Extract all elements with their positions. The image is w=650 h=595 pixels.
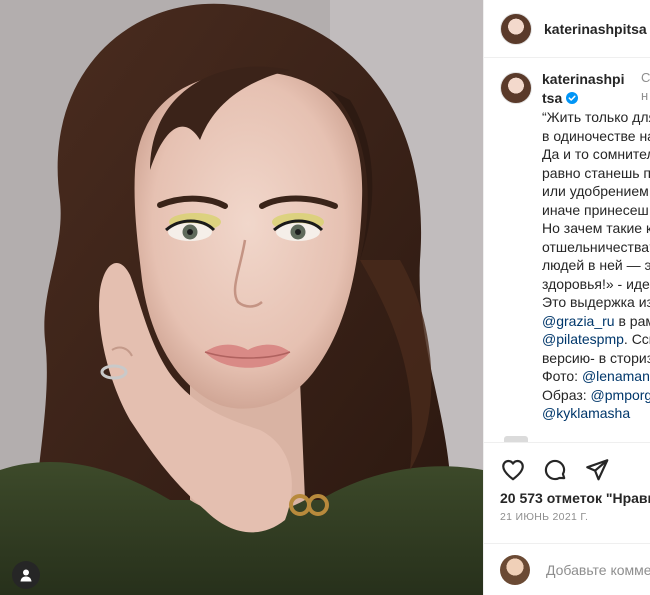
caption-author-username[interactable]: katerinashpi tsa [542, 70, 634, 108]
caption-line: или удобрением [542, 183, 649, 199]
caption-line: @kyklamasha [542, 404, 650, 423]
caption-line: @pilatespmp. Ссы [542, 331, 650, 347]
add-comment-bar [484, 543, 650, 595]
mention-link[interactable]: @lenamana [582, 368, 650, 384]
caption-line: Но зачем такие к [542, 220, 650, 236]
caption-line: здоровья!» - иде [542, 275, 650, 292]
caption-line: отшельничества? [542, 238, 650, 255]
caption-line: версию- в сториз [542, 349, 650, 366]
caption-author-avatar[interactable] [500, 72, 532, 104]
post-date[interactable]: 21 ИЮНЬ 2021 Г. [500, 511, 588, 523]
verified-badge-icon [566, 92, 579, 104]
caption-header-fragment: С [641, 70, 650, 85]
caption-line: Фото: @lenamana [542, 367, 650, 386]
caption-line: людей в ней — э [542, 257, 650, 273]
portrait-image [0, 0, 483, 595]
caption-line: иначе принесеш [542, 201, 649, 218]
caption-line: в одиночестве на [542, 127, 650, 144]
commenter-avatar[interactable] [500, 554, 530, 585]
post-photo[interactable] [0, 0, 483, 595]
caption-line: Это выдержка из [542, 294, 650, 310]
author-username-link[interactable]: katerinashpitsa [544, 21, 650, 37]
mention-link[interactable]: @grazia_ru [542, 313, 615, 329]
caption-line: @grazia_ru в рам [542, 312, 650, 329]
caption-line: “Жить только для [542, 109, 650, 125]
caption-text: “Жить только для в одиночестве на Да и т… [542, 108, 650, 423]
comment-icon[interactable] [542, 457, 568, 483]
mention-link[interactable]: @kyklamasha [542, 405, 630, 421]
post-header: katerinashpitsa [484, 0, 650, 58]
post-actions [484, 442, 650, 483]
tagged-users-button[interactable] [12, 561, 40, 589]
author-avatar[interactable] [500, 12, 532, 45]
caption-line: Да и то сомнител [542, 146, 650, 162]
caption-body: katerinashpi tsa “Жить только для в один… [542, 70, 650, 423]
share-icon[interactable] [584, 457, 610, 483]
caption-line: равно станешь п [542, 164, 650, 181]
caption-section: С н katerinashpi tsa “Жить только для в … [484, 58, 650, 438]
mention-link[interactable]: @pilatespmp [542, 331, 624, 347]
heart-icon[interactable] [500, 457, 526, 483]
user-icon [20, 569, 32, 582]
comment-input[interactable] [546, 561, 650, 578]
mention-link[interactable]: @pmporg [591, 387, 650, 403]
likes-count[interactable]: 20 573 отметок "Нрави [500, 490, 650, 506]
caption-line: Образ: @pmporg [542, 386, 650, 405]
post-side-panel: katerinashpitsa С н katerinashpi tsa “Жи… [483, 0, 650, 595]
caption-header-fragment-2: н [641, 88, 649, 103]
